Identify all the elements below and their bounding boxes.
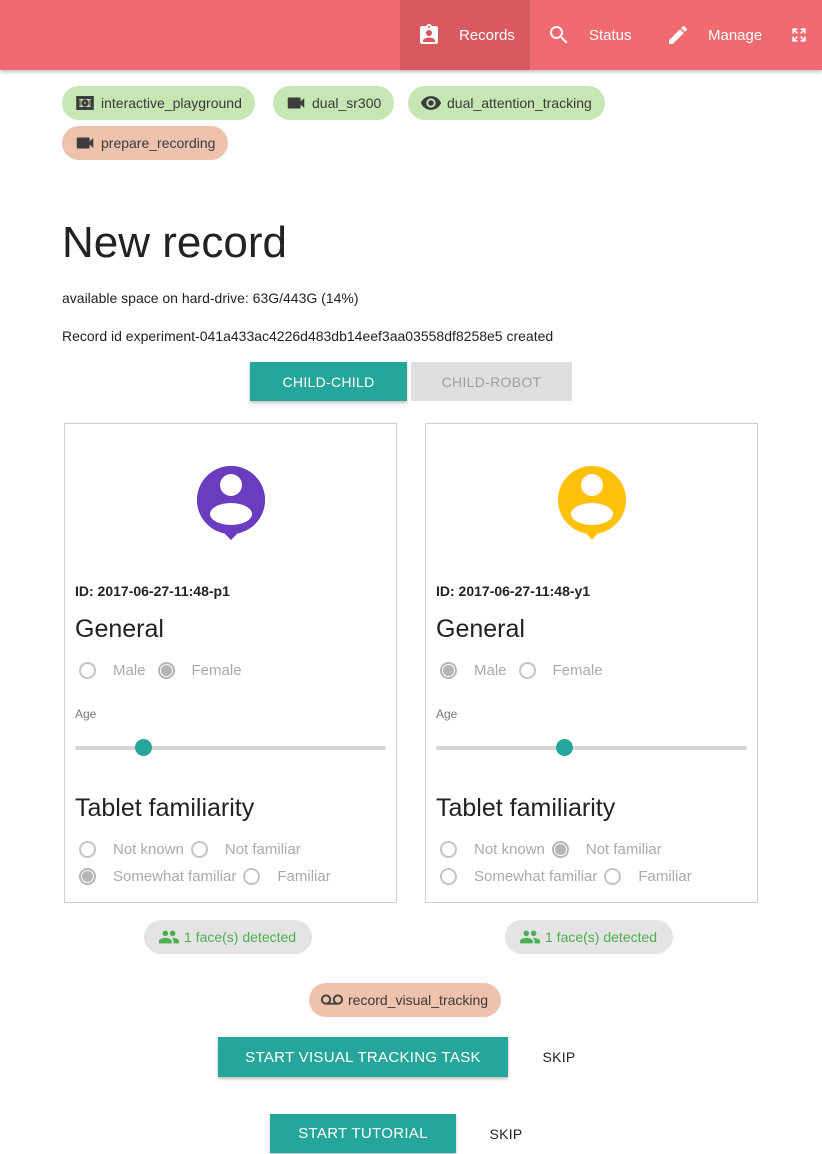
pencil-icon — [669, 25, 688, 44]
age-slider[interactable] — [436, 739, 747, 756]
voicemail-icon — [321, 994, 343, 1005]
videocam-icon — [76, 137, 94, 149]
not-known-label: Not known — [113, 841, 184, 858]
age-slider-thumb[interactable] — [135, 739, 153, 756]
participant-id: ID: 2017-06-27-11:48-p1 — [75, 583, 230, 599]
male-radio[interactable] — [440, 662, 457, 679]
participant-card-2: ID: 2017-06-27-11:48-y1 General Male Fem… — [425, 423, 758, 903]
somewhat-familiar-label: Somewhat familiar — [474, 868, 598, 885]
assignment-ind-icon — [420, 24, 438, 44]
participant-card-1: ID: 2017-06-27-11:48-p1 General Male Fem… — [64, 423, 397, 903]
face-detection-label: 1 face(s) detected — [184, 929, 297, 945]
chip-label: record_visual_tracking — [348, 992, 489, 1008]
nav-status[interactable]: Status — [547, 0, 632, 70]
eye-icon — [420, 96, 442, 110]
videocam-icon — [287, 97, 305, 109]
chip-record-visual-tracking[interactable]: record_visual_tracking — [309, 983, 502, 1017]
not-familiar-label: Not familiar — [224, 841, 301, 858]
female-radio[interactable] — [518, 662, 536, 679]
face-detection-badge-2: 1 face(s) detected — [505, 920, 673, 954]
search-icon — [550, 26, 568, 44]
male-label: Male — [113, 662, 146, 679]
age-label: Age — [436, 707, 458, 721]
fullscreen-icon — [792, 28, 806, 42]
familiarity-radio-row-1: Not known Not familiar — [79, 841, 301, 858]
participant-id: ID: 2017-06-27-11:48-y1 — [436, 583, 591, 599]
fullscreen-button[interactable] — [789, 0, 809, 70]
familiarity-radio-row-1: Not known Not familiar — [440, 841, 662, 858]
page-title: New record — [62, 218, 287, 267]
not-familiar-label: Not familiar — [585, 841, 662, 858]
child-child-button[interactable]: CHILD-CHILD — [250, 362, 407, 401]
somewhat-familiar-radio[interactable] — [79, 868, 96, 885]
nav-manage[interactable]: Manage — [666, 0, 762, 70]
skip-visual-tracking-button[interactable]: SKIP — [530, 1037, 588, 1077]
somewhat-familiar-label: Somewhat familiar — [113, 868, 237, 885]
child-robot-button[interactable]: CHILD-ROBOT — [411, 362, 572, 401]
chip-interactive-playground[interactable]: interactive_playground — [62, 86, 255, 120]
somewhat-familiar-radio[interactable] — [440, 868, 457, 885]
face-detection-label: 1 face(s) detected — [545, 929, 658, 945]
male-radio[interactable] — [79, 662, 96, 679]
chip-label: dual_attention_tracking — [447, 95, 592, 111]
familiar-label: Familiar — [277, 868, 331, 885]
age-slider-thumb[interactable] — [555, 739, 573, 756]
general-heading: General — [75, 615, 164, 643]
tablet-familiarity-heading: Tablet familiarity — [75, 794, 255, 822]
age-label: Age — [75, 707, 97, 721]
avatar-icon — [558, 466, 626, 540]
nav-status-label: Status — [589, 26, 632, 44]
not-familiar-radio[interactable] — [551, 841, 569, 858]
gender-radio-group: Male Female — [440, 662, 603, 679]
face-detection-badge-1: 1 face(s) detected — [144, 920, 312, 954]
radio-icon — [76, 96, 94, 110]
familiar-radio[interactable] — [604, 868, 622, 885]
nav-manage-label: Manage — [708, 26, 763, 44]
tablet-familiarity-heading: Tablet familiarity — [436, 794, 616, 822]
female-radio[interactable] — [157, 662, 175, 679]
skip-tutorial-button[interactable]: SKIP — [477, 1114, 535, 1153]
not-familiar-radio[interactable] — [190, 841, 208, 858]
chip-label: prepare_recording — [101, 135, 216, 151]
familiar-label: Familiar — [638, 868, 692, 885]
top-navbar: Records Status Manage — [0, 0, 822, 70]
age-slider[interactable] — [75, 739, 386, 756]
chip-label: dual_sr300 — [312, 95, 382, 111]
male-label: Male — [474, 662, 507, 679]
start-visual-tracking-button[interactable]: START VISUAL TRACKING TASK — [218, 1037, 508, 1077]
nav-records[interactable]: Records — [400, 0, 530, 70]
female-label: Female — [552, 662, 603, 679]
disk-space-info: available space on hard-drive: 63G/443G … — [62, 290, 359, 306]
nav-records-label: Records — [459, 26, 515, 44]
chip-dual-attention-tracking[interactable]: dual_attention_tracking — [408, 86, 605, 120]
familiarity-radio-row-2: Somewhat familiar Familiar — [440, 868, 692, 885]
record-id-info: Record id experiment-041a433ac4226d483db… — [62, 328, 554, 344]
gender-radio-group: Male Female — [79, 662, 242, 679]
people-icon — [158, 930, 180, 944]
people-icon — [519, 930, 541, 944]
avatar-icon — [196, 466, 265, 540]
female-label: Female — [191, 662, 242, 679]
general-heading: General — [436, 615, 525, 643]
chip-label: interactive_playground — [101, 95, 242, 111]
start-tutorial-button[interactable]: START TUTORIAL — [270, 1114, 456, 1153]
not-known-radio[interactable] — [79, 841, 96, 858]
familiar-radio[interactable] — [243, 868, 261, 885]
chip-prepare-recording[interactable]: prepare_recording — [62, 126, 229, 160]
not-known-label: Not known — [474, 841, 545, 858]
familiarity-radio-row-2: Somewhat familiar Familiar — [79, 868, 331, 885]
chip-dual-sr300[interactable]: dual_sr300 — [273, 86, 395, 120]
not-known-radio[interactable] — [440, 841, 457, 858]
